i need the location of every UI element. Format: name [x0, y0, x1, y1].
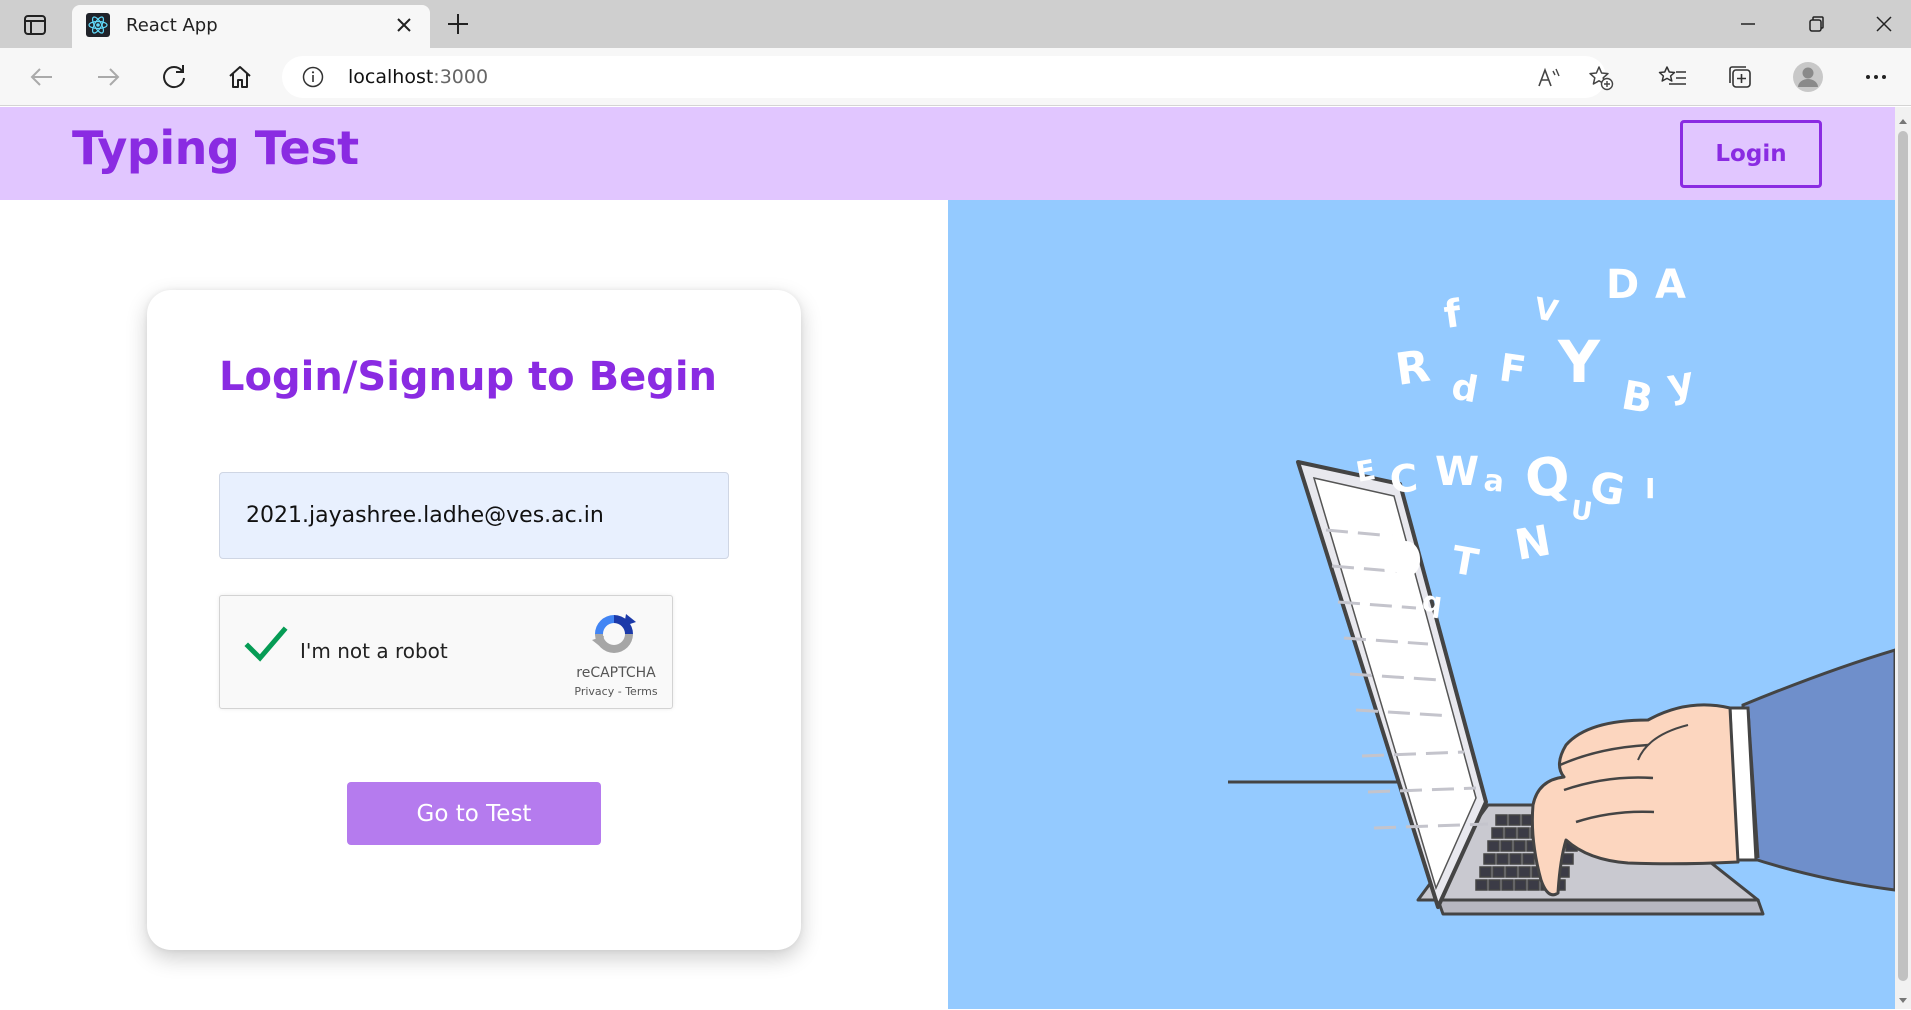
keyboard-key	[1513, 840, 1526, 852]
url-port: :3000	[433, 66, 489, 88]
keyboard-key	[1492, 866, 1505, 878]
typing-illustration: fVDARdFYByQGECWaUIbTNq	[948, 200, 1895, 1009]
favorites-icon[interactable]	[1657, 61, 1689, 93]
keyboard-key	[1501, 879, 1514, 891]
keyboard-key	[1514, 879, 1527, 891]
floating-letter: D	[1606, 262, 1639, 308]
keyboard-key	[1509, 853, 1522, 865]
keyboard-key	[1475, 879, 1488, 891]
keyboard-key	[1522, 853, 1535, 865]
floating-letter: B	[1618, 373, 1656, 424]
scroll-up-icon[interactable]	[1898, 111, 1908, 124]
page-scrollbar[interactable]	[1895, 107, 1911, 1009]
keyboard-key	[1479, 866, 1492, 878]
collections-icon[interactable]	[1724, 61, 1756, 93]
recaptcha-widget: I'm not a robot reCAPTCHA Privacy - Term…	[219, 595, 673, 709]
keyboard-key	[1508, 814, 1521, 826]
refresh-icon[interactable]	[158, 61, 190, 93]
scrollbar-thumb[interactable]	[1898, 131, 1908, 981]
add-favorite-icon[interactable]	[1588, 65, 1614, 91]
back-icon[interactable]	[26, 61, 58, 93]
minimize-icon[interactable]	[1734, 10, 1762, 38]
floating-letter: q	[1420, 584, 1444, 619]
new-tab-icon[interactable]	[444, 10, 472, 38]
floating-letter: T	[1448, 538, 1481, 586]
header-login-button[interactable]: Login	[1680, 120, 1822, 188]
floating-letter: y	[1664, 358, 1698, 408]
read-aloud-icon[interactable]	[1536, 65, 1562, 91]
profile-avatar-icon[interactable]	[1792, 61, 1824, 93]
scroll-down-icon[interactable]	[1898, 991, 1908, 1003]
keyboard-key	[1505, 866, 1518, 878]
keyboard-key	[1500, 840, 1513, 852]
home-icon[interactable]	[224, 61, 256, 93]
keyboard-key	[1518, 866, 1531, 878]
floating-letter: U	[1569, 495, 1594, 528]
page-viewport: Typing Test Login Login/Signup to Begin …	[0, 107, 1895, 1009]
react-logo-icon	[86, 13, 110, 37]
browser-tab[interactable]: React App	[72, 5, 430, 48]
keyboard-key	[1483, 853, 1496, 865]
captcha-links[interactable]: Privacy - Terms	[560, 685, 672, 698]
keyboard-key	[1491, 827, 1504, 839]
forward-icon[interactable]	[92, 61, 124, 93]
site-info-icon[interactable]	[302, 66, 324, 88]
url-host: localhost	[348, 66, 434, 88]
address-bar[interactable]: localhost:3000	[282, 56, 1614, 98]
captcha-checkmark-icon[interactable]	[244, 626, 288, 666]
close-tab-icon[interactable]	[392, 13, 416, 37]
card-title: Login/Signup to Begin	[219, 354, 718, 400]
keyboard-key	[1504, 827, 1517, 839]
floating-letter: I	[1645, 472, 1655, 505]
restore-icon[interactable]	[1802, 10, 1830, 38]
floating-letter: Y	[1557, 328, 1601, 396]
keyboard-key	[1495, 814, 1508, 826]
browser-tab-bar: React App	[0, 0, 1911, 48]
floating-letter: R	[1392, 341, 1433, 396]
tab-actions-icon[interactable]	[18, 12, 52, 38]
floating-letter: d	[1448, 366, 1481, 411]
keyboard-key	[1496, 853, 1509, 865]
more-options-icon[interactable]	[1860, 61, 1892, 93]
floating-letter: W	[1435, 449, 1479, 495]
floating-letter: f	[1441, 291, 1464, 337]
go-to-test-button[interactable]: Go to Test	[347, 782, 601, 845]
login-card: Login/Signup to Begin I'm not a robot re…	[147, 290, 801, 950]
laptop-typing-illustration: f VD AR d F YB yQ GE C WaUIb T Nq	[1228, 262, 1895, 916]
floating-letter: b	[1375, 516, 1426, 593]
email-input[interactable]	[219, 472, 729, 559]
floating-letter: C	[1388, 456, 1420, 502]
captcha-brand: reCAPTCHA	[576, 665, 656, 681]
recaptcha-logo-icon	[590, 610, 638, 658]
keyboard-key	[1487, 840, 1500, 852]
site-header: Typing Test Login	[0, 107, 1895, 200]
close-window-icon[interactable]	[1870, 10, 1898, 38]
site-title: Typing Test	[72, 121, 359, 175]
keyboard-key	[1527, 879, 1540, 891]
url-text[interactable]: localhost:3000	[348, 66, 488, 88]
tab-title: React App	[126, 15, 218, 36]
floating-letter: A	[1655, 262, 1686, 308]
floating-letter: Q	[1521, 445, 1573, 511]
floating-letter: a	[1482, 463, 1505, 500]
floating-letter: F	[1497, 345, 1529, 392]
keyboard-key	[1517, 827, 1530, 839]
floating-letter: V	[1532, 291, 1562, 330]
browser-toolbar: localhost:3000	[0, 48, 1911, 106]
floating-letter: N	[1511, 515, 1554, 569]
keyboard-key	[1488, 879, 1501, 891]
captcha-label: I'm not a robot	[300, 639, 448, 663]
